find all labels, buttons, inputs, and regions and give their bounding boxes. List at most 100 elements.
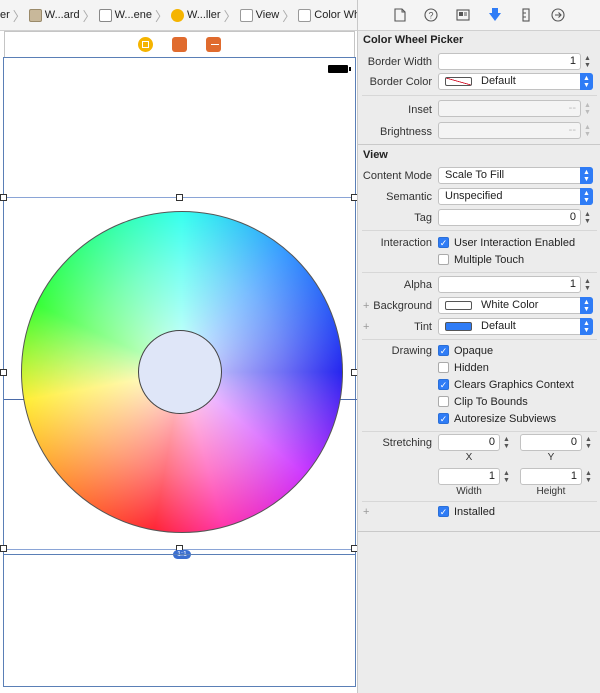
divider <box>362 431 597 432</box>
inset-label: Inset <box>408 104 432 116</box>
inset-stepper[interactable]: ▲ ▼ <box>583 100 592 117</box>
user-interaction-enabled-checkbox[interactable]: ✓ <box>438 237 449 248</box>
semantic-label: Semantic <box>386 191 432 203</box>
stretch-y-field[interactable]: 0 <box>520 434 582 451</box>
installed-label: Installed <box>454 506 495 518</box>
add-background-variation-icon[interactable]: + <box>363 300 369 312</box>
background-label: Background <box>373 300 432 312</box>
storyboard-canvas[interactable]: 1:1 <box>0 31 358 693</box>
color-swatch <box>445 322 472 331</box>
stretch-height-stepper[interactable]: ▲ ▼ <box>584 468 593 485</box>
scene-dock <box>4 31 355 57</box>
alpha-field[interactable]: 1 <box>438 276 581 293</box>
breadcrumb-separator: 〉 <box>154 8 168 24</box>
clears-graphics-context-label: Clears Graphics Context <box>454 379 574 391</box>
exit-icon[interactable] <box>206 37 221 52</box>
breadcrumb-item-project[interactable]: er <box>0 9 10 21</box>
view-controller-icon <box>170 8 184 22</box>
stretch-width-field[interactable]: 1 <box>438 468 500 485</box>
installed-checkbox[interactable]: ✓ <box>438 506 449 517</box>
breadcrumb-item-label: Color Wheel <box>314 9 357 21</box>
border-width-stepper[interactable]: ▲ ▼ <box>583 53 592 70</box>
file-inspector-icon[interactable] <box>391 6 409 24</box>
popup-value: Unspecified <box>445 190 503 202</box>
clears-graphics-context-checkbox[interactable]: ✓ <box>438 379 449 390</box>
border-width-label: Border Width <box>367 56 432 68</box>
stretch-height-field[interactable]: 1 <box>520 468 582 485</box>
popup-arrows-icon: ▲ ▼ <box>580 167 593 184</box>
quick-help-icon[interactable]: ? <box>422 6 440 24</box>
attributes-inspector-icon[interactable] <box>486 6 504 24</box>
stretch-width-caption: Width <box>456 486 482 497</box>
popup-arrows-icon: ▲ ▼ <box>580 297 593 314</box>
brightness-stepper[interactable]: ▲ ▼ <box>583 122 592 139</box>
size-inspector-icon[interactable] <box>517 6 535 24</box>
tag-stepper[interactable]: ▲ ▼ <box>583 209 592 226</box>
identity-inspector-icon[interactable] <box>454 6 472 24</box>
view-icon <box>298 8 312 22</box>
brightness-label: Brightness <box>380 126 432 138</box>
view-controller-icon[interactable] <box>138 37 153 52</box>
autoresize-subviews-label: Autoresize Subviews <box>454 413 557 425</box>
drawing-label: Drawing <box>391 345 432 357</box>
scene-icon <box>98 8 112 22</box>
popup-value: Default <box>481 75 516 87</box>
popup-value: Default <box>481 320 516 332</box>
tint-color-popup[interactable]: Default ▲ ▼ <box>438 318 593 335</box>
border-color-label: Border Color <box>369 76 432 88</box>
popup-arrows-icon: ▲ ▼ <box>580 73 593 90</box>
add-tint-variation-icon[interactable]: + <box>363 321 369 333</box>
semantic-popup[interactable]: Unspecified ▲ ▼ <box>438 188 593 205</box>
breadcrumb-item-label: W...ene <box>114 9 152 21</box>
multiple-touch-checkbox[interactable] <box>438 254 449 265</box>
clip-to-bounds-checkbox[interactable] <box>438 396 449 407</box>
view-icon <box>239 8 253 22</box>
opaque-label: Opaque <box>454 345 494 357</box>
divider <box>362 95 597 96</box>
resize-handle-bottom-left[interactable] <box>0 545 7 552</box>
color-wheel-center[interactable] <box>138 330 222 414</box>
breadcrumb-item-storyboard[interactable]: W...ard <box>28 8 80 22</box>
stretch-x-stepper[interactable]: ▲ ▼ <box>502 434 511 451</box>
section-title-view: View <box>363 149 388 161</box>
breadcrumb-separator: 〉 <box>82 8 96 24</box>
alpha-stepper[interactable]: ▲ ▼ <box>583 276 592 293</box>
brightness-field[interactable]: -- <box>438 122 581 139</box>
multiple-touch-label: Multiple Touch <box>454 254 525 266</box>
divider <box>362 230 597 231</box>
inset-field[interactable]: -- <box>438 100 581 117</box>
storyboard-file-icon <box>28 8 42 22</box>
breadcrumb-separator: 〉 <box>223 8 237 24</box>
connections-inspector-icon[interactable] <box>549 6 567 24</box>
resize-handle-top[interactable] <box>176 194 183 201</box>
alpha-label: Alpha <box>403 279 432 291</box>
battery-icon <box>328 65 351 73</box>
divider <box>362 501 597 502</box>
breadcrumb-item-label: W...ller <box>186 9 221 21</box>
stretch-x-field[interactable]: 0 <box>438 434 500 451</box>
border-width-field[interactable]: 1 <box>438 53 581 70</box>
popup-arrows-icon: ▲ ▼ <box>580 318 593 335</box>
resize-handle-left[interactable] <box>0 369 7 376</box>
breadcrumb-item-scene[interactable]: W...ene <box>98 8 152 22</box>
stretch-y-stepper[interactable]: ▲ ▼ <box>584 434 593 451</box>
first-responder-icon[interactable] <box>172 37 187 52</box>
autoresize-subviews-checkbox[interactable]: ✓ <box>438 413 449 424</box>
tag-field[interactable]: 0 <box>438 209 581 226</box>
resize-handle-top-left[interactable] <box>0 194 7 201</box>
opaque-checkbox[interactable]: ✓ <box>438 345 449 356</box>
hidden-label: Hidden <box>454 362 489 374</box>
breadcrumb-separator: 〉 <box>282 8 296 24</box>
breadcrumb-item-view[interactable]: View <box>239 8 279 22</box>
border-color-popup[interactable]: Default ▲ ▼ <box>438 73 593 90</box>
hidden-checkbox[interactable] <box>438 362 449 373</box>
add-installed-variation-icon[interactable]: + <box>363 506 369 518</box>
stretch-y-caption: Y <box>547 452 555 463</box>
stretch-width-stepper[interactable]: ▲ ▼ <box>502 468 511 485</box>
content-mode-popup[interactable]: Scale To Fill ▲ ▼ <box>438 167 593 184</box>
breadcrumb-item-view-controller[interactable]: W...ller <box>170 8 221 22</box>
root-view[interactable]: 1:1 <box>0 57 358 687</box>
breadcrumb-item-color-wheel[interactable]: Color Wheel <box>298 8 357 22</box>
attributes-inspector: Color Wheel Picker Border Width 1 ▲ ▼ Bor… <box>357 31 600 693</box>
background-color-popup[interactable]: White Color ▲ ▼ <box>438 297 593 314</box>
